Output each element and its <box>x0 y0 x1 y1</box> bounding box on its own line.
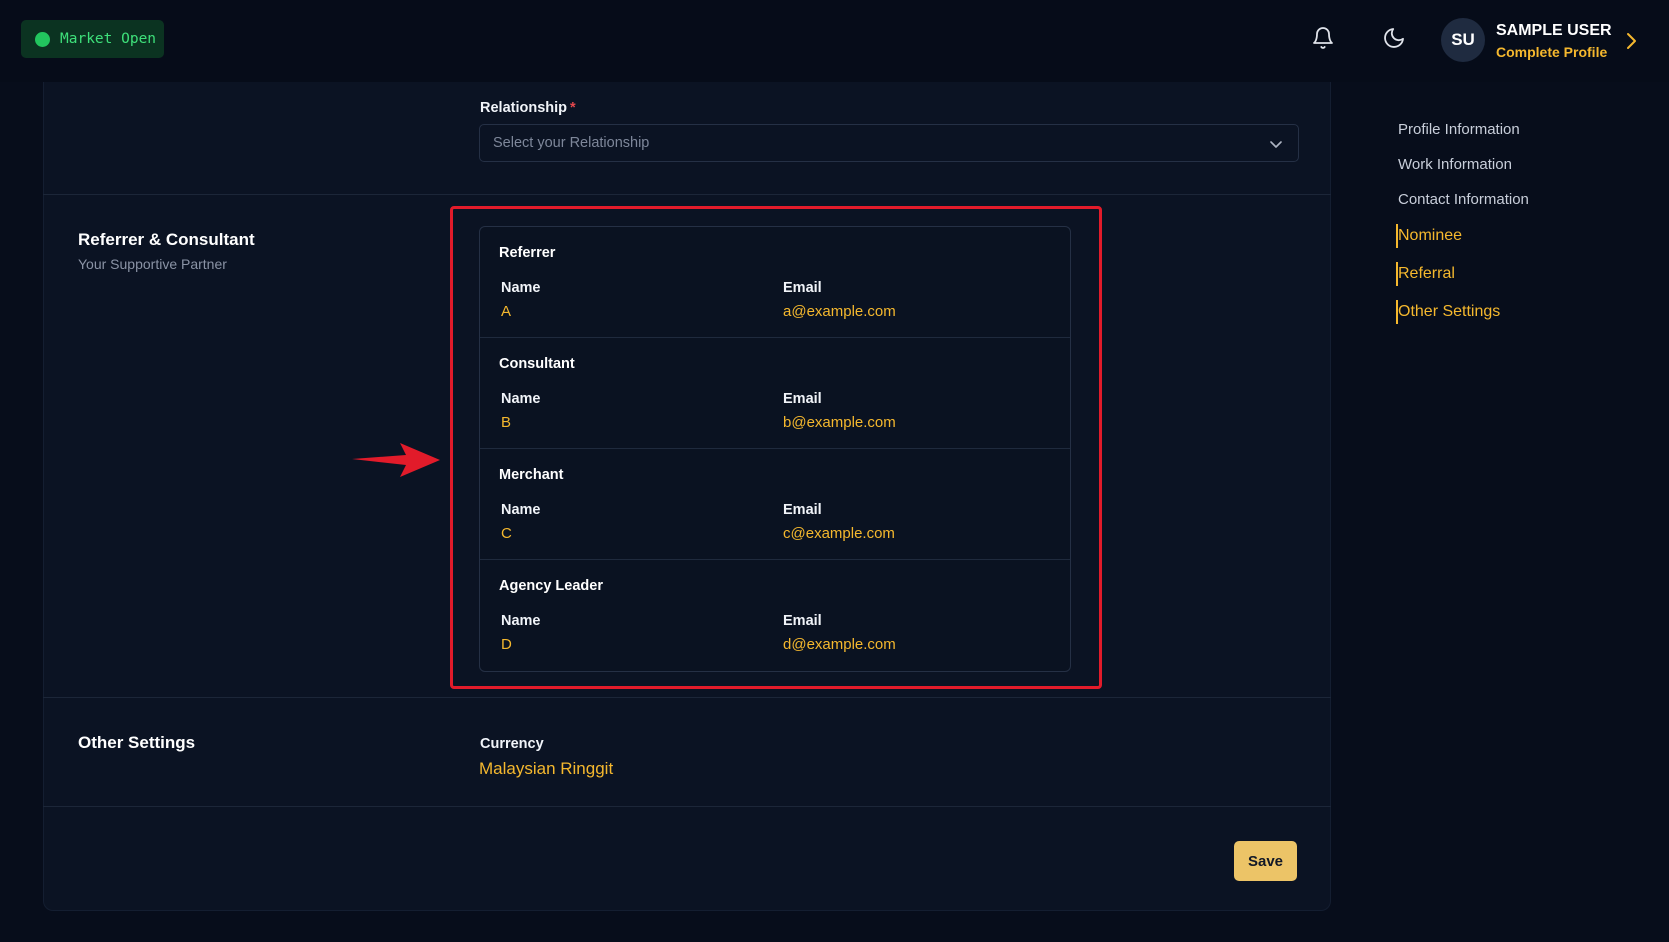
agency-leader-email-value: d@example.com <box>783 636 896 653</box>
consultant-entry: Consultant Name Email B b@example.com <box>480 338 1070 449</box>
section-divider <box>43 194 1331 195</box>
email-label: Email <box>783 280 822 296</box>
notifications-button[interactable] <box>1309 24 1337 52</box>
section-divider <box>43 697 1331 698</box>
name-label: Name <box>501 391 541 407</box>
chevron-down-icon <box>1270 141 1282 148</box>
referrer-section-title: Referrer & Consultant <box>78 230 255 249</box>
name-label: Name <box>501 613 541 629</box>
toc-item-nominee[interactable]: Nominee <box>1398 227 1462 245</box>
merchant-entry: Merchant Name Email C c@example.com <box>480 449 1070 560</box>
red-arrow-annotation <box>352 443 440 477</box>
merchant-email-value: c@example.com <box>783 525 895 542</box>
entry-title: Merchant <box>499 467 564 483</box>
consultant-name-value: B <box>501 414 512 431</box>
referrer-section-subtitle: Your Supportive Partner <box>78 256 227 272</box>
moon-icon <box>1384 28 1404 48</box>
name-label: Name <box>501 280 541 296</box>
agency-leader-name-value: D <box>501 636 512 653</box>
avatar[interactable]: SU <box>1441 18 1485 62</box>
consultant-email-value: b@example.com <box>783 414 896 431</box>
relationship-label-text: Relationship <box>480 100 568 116</box>
market-status-badge: Market Open <box>21 20 164 58</box>
market-status-label: Market Open <box>60 31 157 47</box>
currency-label: Currency <box>480 736 544 752</box>
toc-item-other-settings[interactable]: Other Settings <box>1398 303 1500 321</box>
user-menu-button[interactable] <box>1622 28 1640 54</box>
relationship-label: Relationship * <box>480 100 576 116</box>
agency-leader-entry: Agency Leader Name Email D d@example.com <box>480 560 1070 671</box>
bell-icon <box>1313 27 1333 49</box>
complete-profile-link[interactable]: Complete Profile <box>1496 44 1607 60</box>
referrer-name-value: A <box>501 303 512 320</box>
entry-title: Consultant <box>499 356 575 372</box>
toc-item-profile-information[interactable]: Profile Information <box>1398 121 1520 138</box>
chevron-right-icon <box>1627 33 1636 49</box>
user-name[interactable]: SAMPLE USER <box>1496 22 1612 40</box>
referrer-consultant-panel: Referrer Name Email A a@example.com Cons… <box>479 226 1071 672</box>
entry-title: Referrer <box>499 245 556 261</box>
theme-toggle-button[interactable] <box>1380 24 1408 52</box>
market-status-dot-icon <box>35 31 50 47</box>
referrer-email-value: a@example.com <box>783 303 896 320</box>
referrer-entry: Referrer Name Email A a@example.com <box>480 227 1070 338</box>
section-divider <box>43 806 1331 807</box>
required-mark: * <box>570 100 576 116</box>
other-settings-title: Other Settings <box>78 733 196 752</box>
relationship-select[interactable]: Select your Relationship <box>479 124 1299 162</box>
relationship-select-placeholder: Select your Relationship <box>493 135 650 151</box>
merchant-name-value: C <box>501 525 512 542</box>
email-label: Email <box>783 502 822 518</box>
top-bar <box>0 0 1669 82</box>
toc-item-work-information[interactable]: Work Information <box>1398 156 1512 173</box>
email-label: Email <box>783 613 822 629</box>
email-label: Email <box>783 391 822 407</box>
save-button[interactable]: Save <box>1234 841 1297 881</box>
name-label: Name <box>501 502 541 518</box>
toc-item-contact-information[interactable]: Contact Information <box>1398 191 1529 208</box>
toc-item-referral[interactable]: Referral <box>1398 265 1455 283</box>
entry-title: Agency Leader <box>499 578 603 594</box>
currency-value: Malaysian Ringgit <box>479 759 614 778</box>
